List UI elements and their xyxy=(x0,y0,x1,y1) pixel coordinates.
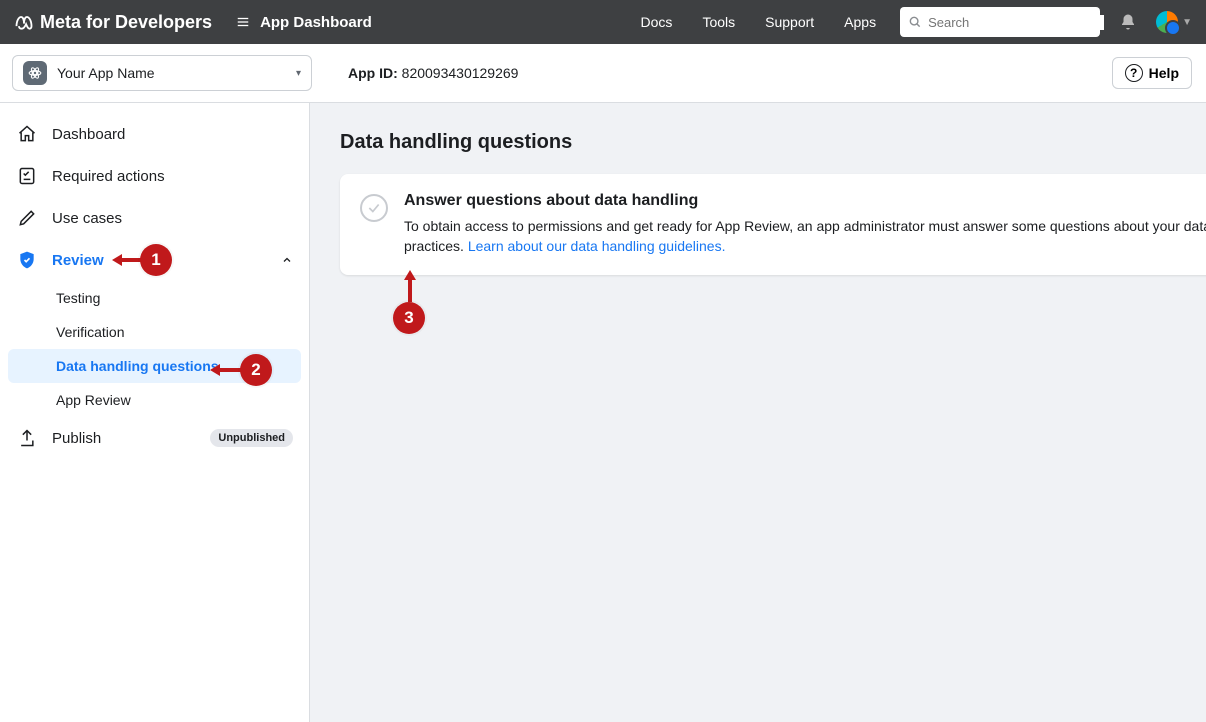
publish-status-badge: Unpublished xyxy=(210,429,293,447)
nav-docs[interactable]: Docs xyxy=(641,14,673,30)
page-title: Data handling questions xyxy=(340,131,1206,154)
brand[interactable]: Meta for Developers xyxy=(14,12,212,33)
sidebar-sub-testing[interactable]: Testing xyxy=(8,281,301,315)
sidebar-sub-label: Testing xyxy=(56,290,100,306)
sidebar-item-label: Review xyxy=(52,252,104,269)
nav-support[interactable]: Support xyxy=(765,14,814,30)
card-text: To obtain access to permissions and get … xyxy=(404,216,1206,257)
subheader: Your App Name ▾ App ID: 820093430129269 … xyxy=(0,44,1206,103)
sidebar-sub-label: Verification xyxy=(56,324,124,340)
caret-down-icon: ▾ xyxy=(296,68,301,79)
app-id-label: App ID: xyxy=(348,65,398,81)
sidebar-item-use-cases[interactable]: Use cases xyxy=(0,197,309,239)
sidebar: Dashboard Required actions Use cases xyxy=(0,103,310,722)
app-id: App ID: 820093430129269 xyxy=(348,65,518,81)
meta-logo-icon xyxy=(14,12,34,32)
sidebar-sub-label: App Review xyxy=(56,392,131,408)
card-body: Answer questions about data handling To … xyxy=(404,192,1206,257)
sidebar-item-publish[interactable]: Publish Unpublished xyxy=(0,417,309,459)
sidebar-sub-app-review[interactable]: App Review xyxy=(8,383,301,417)
help-label: Help xyxy=(1149,65,1179,81)
chevron-down-icon: ▼ xyxy=(1182,17,1192,28)
avatar xyxy=(1156,11,1178,33)
sidebar-item-label: Required actions xyxy=(52,168,165,185)
topbar: Meta for Developers App Dashboard Docs T… xyxy=(0,0,1206,44)
upload-icon xyxy=(16,428,38,448)
shield-check-icon xyxy=(16,250,38,270)
card-link[interactable]: Learn about our data handling guidelines… xyxy=(468,238,726,254)
sidebar-sub-verification[interactable]: Verification xyxy=(8,315,301,349)
sidebar-item-label: Dashboard xyxy=(52,126,125,143)
help-button[interactable]: ? Help xyxy=(1112,57,1192,89)
annotation-arrow-2 xyxy=(210,364,220,376)
brand-text: Meta for Developers xyxy=(40,12,212,33)
nav-apps[interactable]: Apps xyxy=(844,14,876,30)
app-id-value: 820093430129269 xyxy=(402,65,519,81)
pencil-icon xyxy=(16,208,38,228)
data-handling-card[interactable]: Answer questions about data handling To … xyxy=(340,174,1206,275)
home-icon xyxy=(16,124,38,144)
search-input[interactable] xyxy=(928,15,1104,30)
help-icon: ? xyxy=(1125,64,1143,82)
nav-tools[interactable]: Tools xyxy=(702,14,735,30)
sidebar-item-label: Publish xyxy=(52,430,101,447)
annotation-arrow-1 xyxy=(112,254,122,266)
hamburger-icon xyxy=(236,15,250,29)
annotation-marker-2: 2 xyxy=(240,354,272,386)
top-nav: Docs Tools Support Apps xyxy=(641,14,877,30)
sidebar-item-required-actions[interactable]: Required actions xyxy=(0,155,309,197)
card-title: Answer questions about data handling xyxy=(404,192,1206,210)
app-name: Your App Name xyxy=(57,65,286,81)
app-dashboard-link[interactable]: App Dashboard xyxy=(236,14,372,31)
app-dashboard-label: App Dashboard xyxy=(260,14,372,31)
check-circle-icon xyxy=(360,194,388,222)
sidebar-item-label: Use cases xyxy=(52,210,122,227)
app-selector[interactable]: Your App Name ▾ xyxy=(12,55,312,91)
app-badge-icon xyxy=(23,61,47,85)
search-box[interactable] xyxy=(900,7,1100,37)
notifications-icon[interactable] xyxy=(1114,13,1142,31)
chevron-up-icon xyxy=(281,254,293,266)
sidebar-sub-label: Data handling questions xyxy=(56,358,219,374)
content-area: Data handling questions Answer questions… xyxy=(310,103,1206,722)
annotation-marker-3: 3 xyxy=(393,302,425,334)
annotation-arrow-3 xyxy=(404,270,416,280)
checklist-icon xyxy=(16,166,38,186)
annotation-marker-1: 1 xyxy=(140,244,172,276)
sidebar-item-dashboard[interactable]: Dashboard xyxy=(0,113,309,155)
search-icon xyxy=(908,15,922,29)
account-menu[interactable]: ▼ xyxy=(1156,11,1192,33)
